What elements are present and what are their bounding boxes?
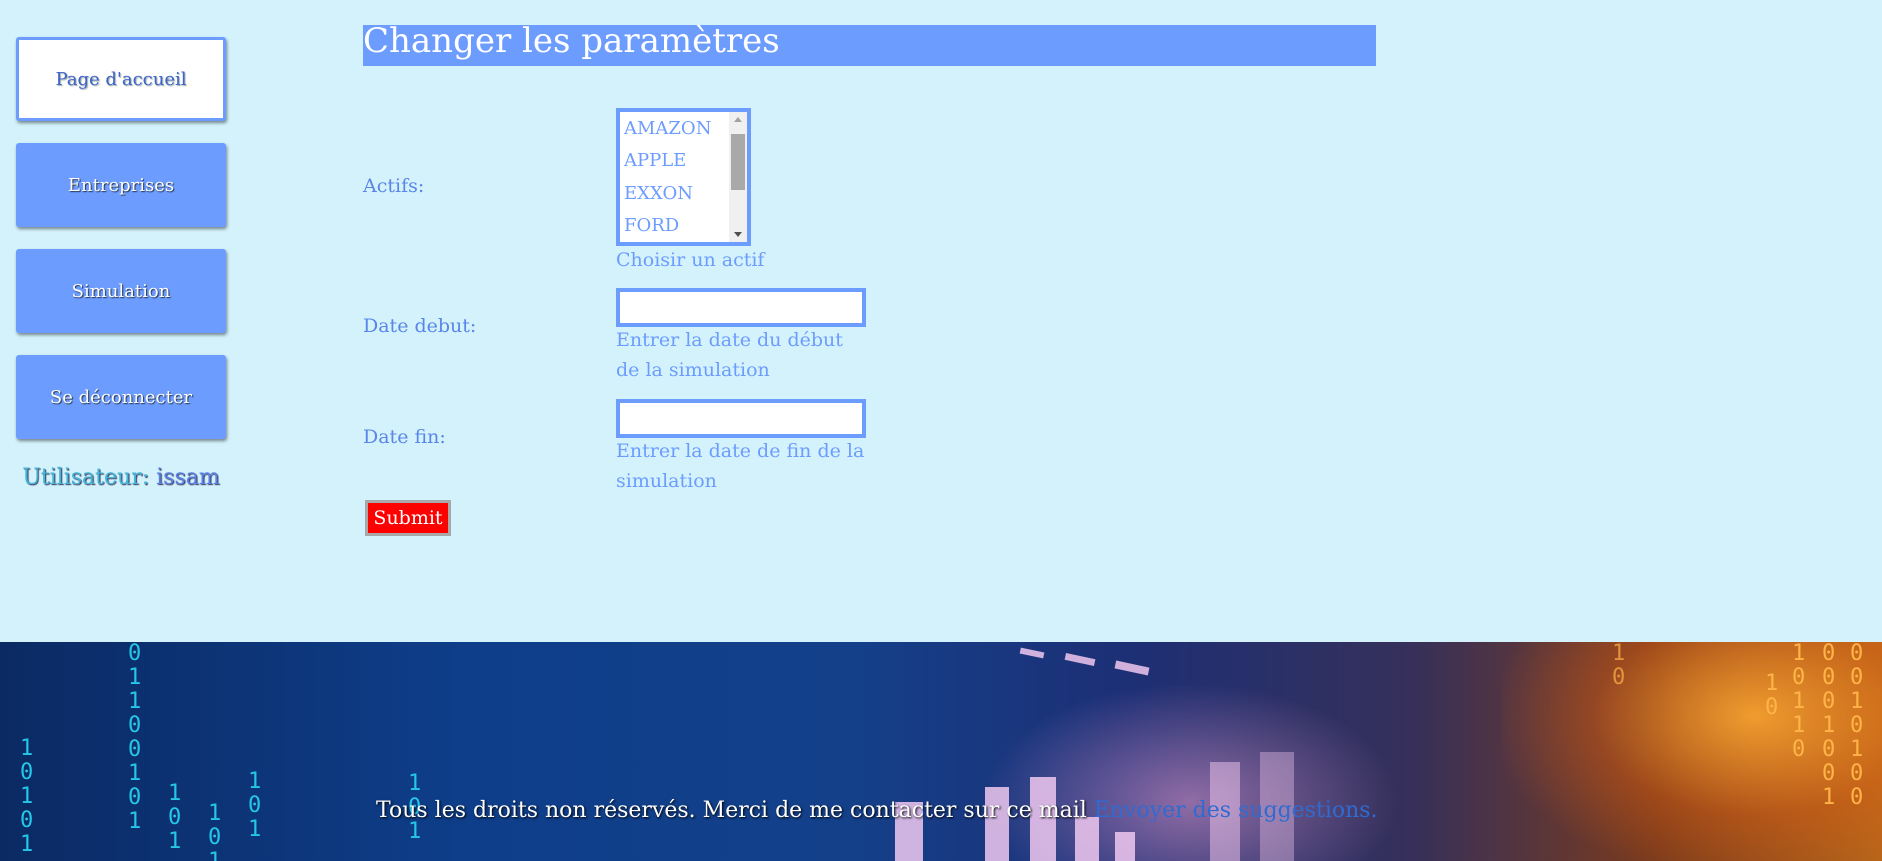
- nav-simulation-label: Simulation: [71, 280, 171, 302]
- listbox-scrollbar[interactable]: [729, 112, 747, 242]
- user-prefix: Utilisateur:: [22, 465, 150, 490]
- suggestions-link[interactable]: Envoyer des suggestions.: [1094, 798, 1378, 823]
- asset-option-exxon[interactable]: EXXON: [624, 183, 693, 204]
- footer-chart-bar: [1115, 832, 1135, 861]
- footer-binary-decoration: 1 0: [1612, 642, 1626, 690]
- asset-option-amazon[interactable]: AMAZON: [624, 118, 711, 139]
- footer-binary-decoration: 0 1 1 0 0 1 0 1: [128, 642, 142, 834]
- scroll-up-arrow-icon[interactable]: [734, 117, 742, 122]
- footer-binary-decoration: 1 0 1: [208, 801, 222, 861]
- end-date-hint: Entrer la date de fin de la simulation: [616, 440, 865, 492]
- footer-binary-decoration: 1 0: [1765, 671, 1779, 720]
- assets-listbox[interactable]: AMAZON APPLE EXXON FORD: [616, 108, 751, 246]
- nav-home-label: Page d'accueil: [55, 68, 187, 90]
- start-date-input[interactable]: [616, 288, 866, 327]
- footer-binary-decoration: 1 0 1: [248, 769, 262, 842]
- footer-binary-decoration: 1 0 1: [168, 781, 182, 854]
- end-date-label: Date fin:: [363, 426, 446, 448]
- scroll-thumb[interactable]: [731, 134, 745, 190]
- user-name: issam: [156, 465, 220, 490]
- page: Page d'accueil Entreprises Simulation Se…: [0, 0, 1882, 861]
- footer-chart-dash: [1114, 660, 1150, 676]
- footer-chart-dash: [1019, 647, 1045, 659]
- asset-option-ford[interactable]: FORD: [624, 215, 679, 236]
- start-date-label: Date debut:: [363, 315, 477, 337]
- footer-text-line: Tous les droits non réservés. Merci de m…: [376, 798, 1378, 823]
- assets-label: Actifs:: [363, 175, 425, 197]
- footer-binary-decoration: 1 0 1 1 0: [1792, 642, 1806, 762]
- footer-binary-decoration: 1 0 1 0 1: [20, 736, 34, 857]
- nav-companies-button[interactable]: Entreprises: [16, 143, 226, 227]
- footer-chart-dash: [1064, 652, 1096, 667]
- start-date-hint: Entrer la date du début de la simulation: [616, 329, 843, 381]
- page-title: Changer les paramètres: [363, 24, 1376, 66]
- footer-binary-decoration: 0 0 1 0 1 0 0: [1850, 642, 1864, 810]
- footer-copyright-text: Tous les droits non réservés. Merci de m…: [376, 798, 1087, 823]
- scroll-down-arrow-icon[interactable]: [734, 232, 742, 237]
- asset-option-apple[interactable]: APPLE: [624, 150, 686, 171]
- footer: 1 0 1 0 1 0 1 1 0 0 1 0 1 1 0 1 1 0 1 1 …: [0, 642, 1882, 861]
- nav-logout-button[interactable]: Se déconnecter: [16, 355, 226, 439]
- current-user: Utilisateur: issam: [16, 465, 226, 490]
- assets-hint: Choisir un actif: [616, 249, 765, 271]
- nav-simulation-button[interactable]: Simulation: [16, 249, 226, 333]
- submit-button[interactable]: Submit: [365, 500, 451, 536]
- footer-chart-bar: [1075, 817, 1099, 861]
- nav-home-button[interactable]: Page d'accueil: [16, 37, 226, 121]
- end-date-input[interactable]: [616, 399, 866, 438]
- footer-binary-decoration: 0 0 0 1 0 0 1: [1822, 642, 1836, 810]
- nav-companies-label: Entreprises: [67, 174, 175, 196]
- nav-logout-label: Se déconnecter: [49, 386, 193, 408]
